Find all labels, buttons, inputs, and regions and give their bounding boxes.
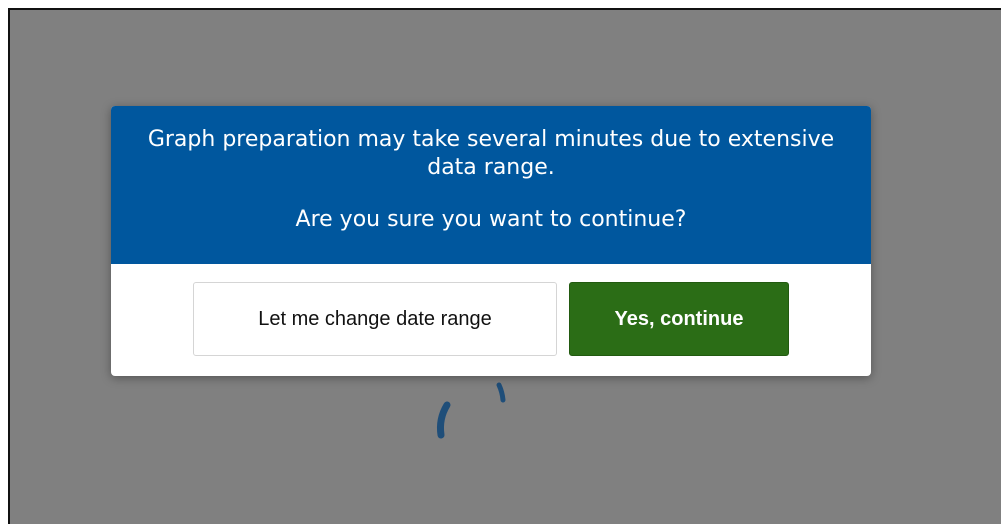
dialog-header: Graph preparation may take several minut… (111, 106, 871, 264)
dialog-question: Are you sure you want to continue? (295, 207, 687, 232)
dialog-message: Graph preparation may take several minut… (147, 127, 835, 180)
dialog-actions: Let me change date range Yes, continue (111, 264, 871, 376)
continue-button[interactable]: Yes, continue (569, 282, 789, 356)
page-overlay: Graph preparation may take several minut… (8, 8, 1001, 524)
change-date-range-button[interactable]: Let me change date range (193, 282, 557, 356)
confirm-dialog: Graph preparation may take several minut… (111, 106, 871, 376)
